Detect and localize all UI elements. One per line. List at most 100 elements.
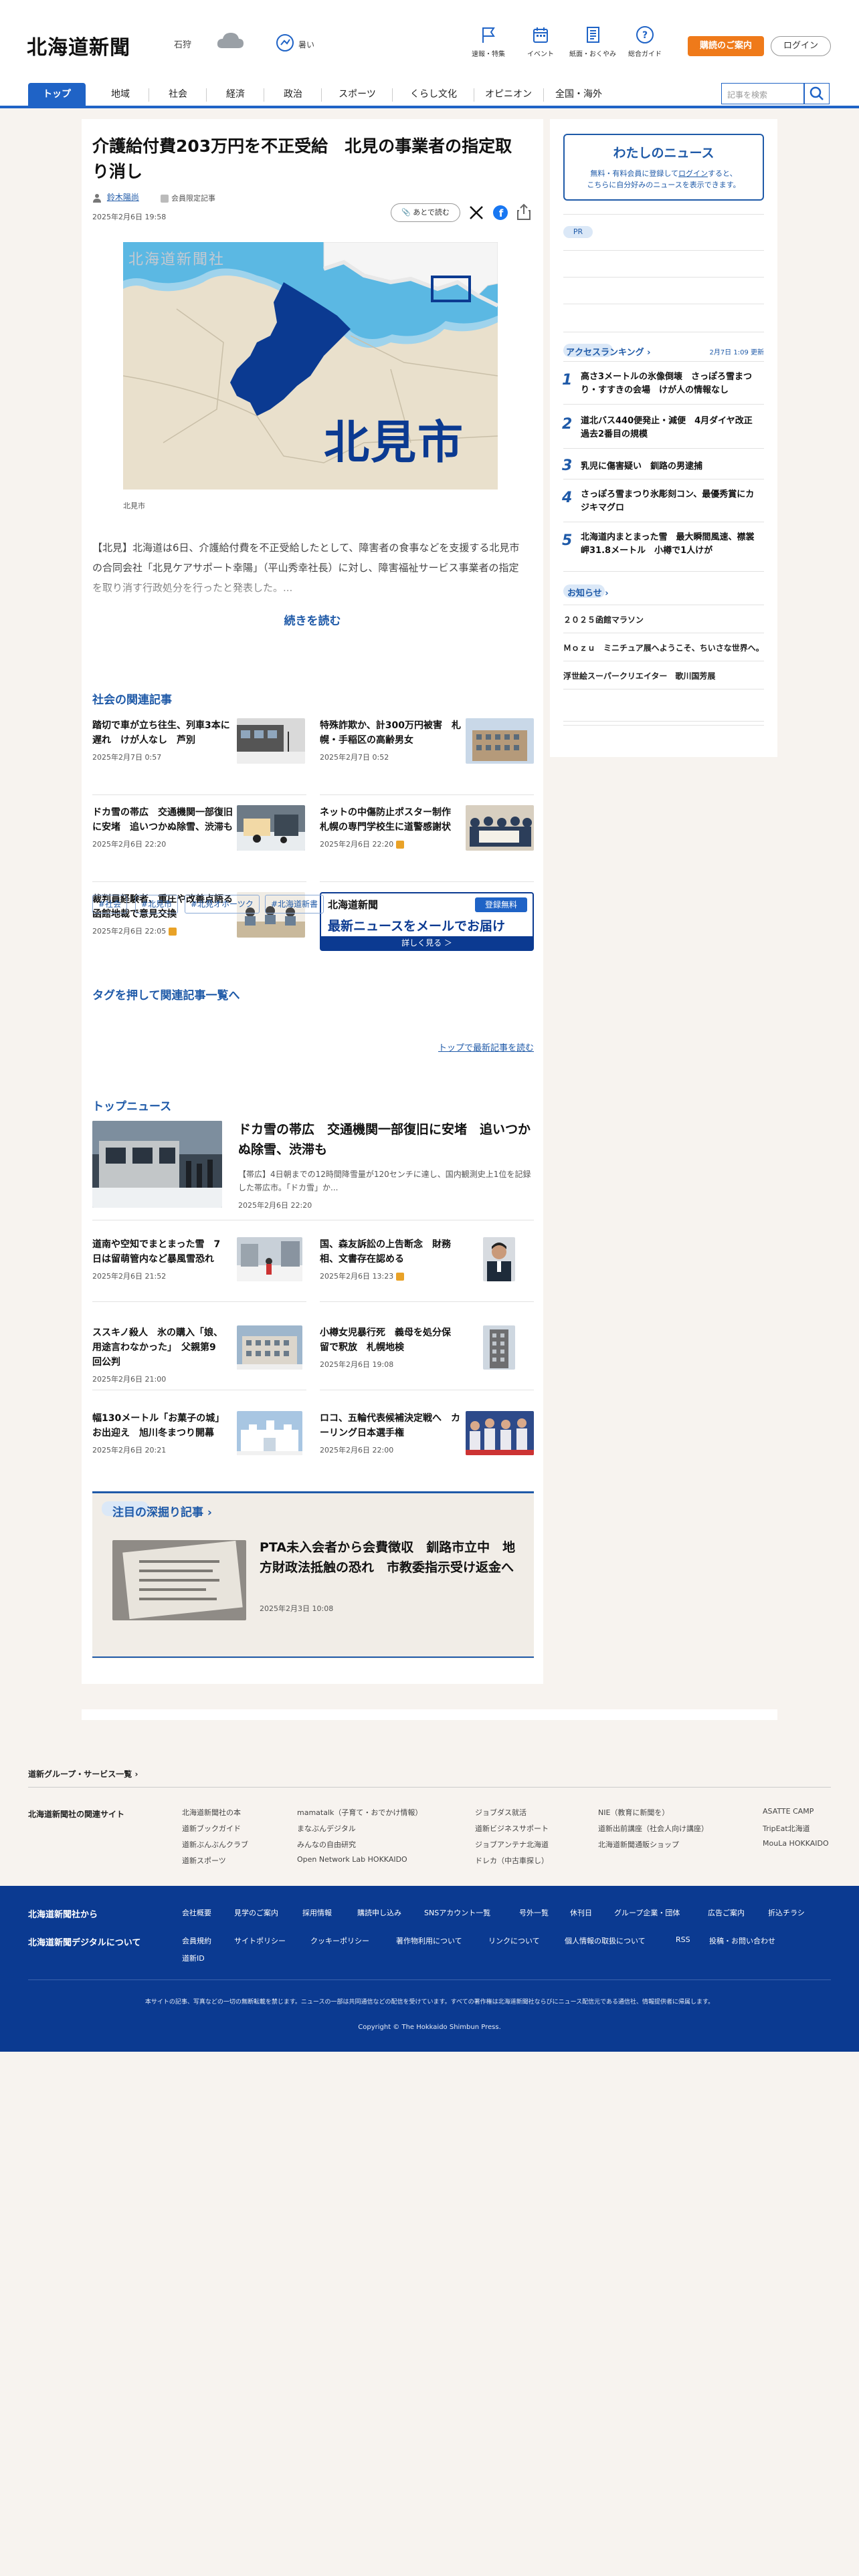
footer-digital-link[interactable]: サイトポリシー — [234, 1935, 286, 1946]
facebook-share-icon[interactable]: f — [492, 205, 508, 221]
footer-link[interactable]: 道新ブックガイド — [182, 1823, 241, 1834]
top-news-thumb-courthouse[interactable] — [237, 1325, 302, 1370]
footer-corp-link[interactable]: 休刊日 — [570, 1907, 592, 1918]
notice-item[interactable]: 浮世絵スーパークリエイター 歌川国芳展 — [563, 670, 715, 681]
tab-opinion[interactable]: オピニオン — [480, 83, 537, 106]
footer-link[interactable]: ジョブダス就活 — [475, 1807, 527, 1818]
footer-digital-link[interactable]: 著作物利用について — [396, 1935, 462, 1946]
footer-link[interactable]: 道新スポーツ — [182, 1855, 226, 1866]
search-input[interactable]: 記事を検索 — [721, 83, 804, 104]
related-article[interactable]: 踏切で車が立ち往生、列車3本に遅れ けが人なし 芦別 2025年2月7日 0:5… — [92, 718, 236, 762]
footer-link[interactable]: 道新ぶんぶんクラブ — [182, 1839, 248, 1850]
nav-icon-paper[interactable]: 紙面・おくやみ — [569, 25, 617, 58]
footer-link[interactable]: TripEat北海道 — [763, 1823, 810, 1834]
top-news-thumb-portrait[interactable] — [483, 1237, 515, 1281]
site-logo[interactable]: 北海道新聞 — [27, 31, 130, 60]
ranking-item[interactable]: 3 乳児に傷害疑い 釧路の男逮捕 — [550, 457, 777, 484]
notice-item[interactable]: Ｍｏｚｕ ミニチュア展へようこそ、ちいさな世界へ。 — [563, 642, 764, 653]
featured-title[interactable]: PTA未入会者から会費徴収 釧路市立中 地方財政法抵触の恐れ 市教委指示受け返金… — [260, 1537, 527, 1578]
related-thumb-poster[interactable] — [466, 805, 534, 851]
footer-link[interactable]: 道新出前講座（社会人向け講座） — [598, 1823, 708, 1834]
top-news-main-photo[interactable] — [92, 1121, 222, 1208]
top-news-item[interactable]: 小樽女児暴行死 義母を処分保留で釈放 札幌地検 2025年2月6日 19:08 — [320, 1325, 454, 1370]
tab-politics[interactable]: 政治 — [273, 83, 313, 106]
footer-digital-link[interactable]: 道新ID — [182, 1953, 205, 1963]
top-news-thumb-snowstreet[interactable] — [237, 1237, 302, 1281]
email-newsletter-banner[interactable]: 北海道新聞 登録無料 最新ニュースをメールでお届け 詳しく見る ＞ — [320, 892, 534, 951]
footer-link[interactable]: みんなの自由研究 — [297, 1839, 356, 1850]
footer-corp-link[interactable]: 広告ご案内 — [708, 1907, 745, 1918]
tab-economy[interactable]: 経済 — [215, 83, 256, 106]
top-news-item[interactable]: 国、森友訴訟の上告断念 財務相、文書存在認める 2025年2月6日 13:23 — [320, 1237, 454, 1281]
footer-link[interactable]: mamatalk（子育て・おでかけ情報） — [297, 1807, 422, 1818]
ranking-item[interactable]: 4 さっぽろ雪まつり氷彫刻コン、最優秀賞にカジキマグロ — [550, 488, 777, 528]
tag-chip[interactable]: #北見市 — [135, 895, 179, 914]
top-news-item[interactable]: ロコ、五輪代表候補決定戦へ カーリング日本選手権 2025年2月6日 22:00 — [320, 1411, 460, 1455]
footer-digital-link[interactable]: 投稿・お問い合わせ — [709, 1935, 775, 1946]
tag-chip[interactable]: #社会 — [92, 895, 128, 914]
tab-society[interactable]: 社会 — [158, 83, 198, 106]
related-article[interactable]: 特殊詐欺か、計300万円被害 札幌・手稲区の高齢男女 2025年2月7日 0:5… — [320, 718, 464, 762]
my-news-login-link[interactable]: ログイン — [678, 169, 708, 178]
nav-icon-events[interactable]: イベント — [516, 25, 565, 58]
footer-corp-link[interactable]: 会社概要 — [182, 1907, 211, 1918]
footer-corp-link[interactable]: 見学のご案内 — [234, 1907, 278, 1918]
article-photo[interactable]: 北海道新聞社 北見市 — [123, 242, 498, 490]
footer-link[interactable]: MouLa HOKKAIDO — [763, 1839, 829, 1848]
ranking-item[interactable]: 2 道北バス440便発止・減便 4月ダイヤ改正 過去2番目の規模 — [550, 415, 777, 455]
notice-item[interactable]: ２０２５函館マラソン — [563, 614, 644, 625]
top-news-item[interactable]: ススキノ殺人 氷の購入「娘、用途言わなかった」 父親第9回公判 2025年2月6… — [92, 1325, 223, 1384]
author-link[interactable]: 鈴木陽尚 — [107, 193, 139, 202]
footer-link[interactable]: 北海道新聞社の本 — [182, 1807, 241, 1818]
top-news-thumb-tower[interactable] — [483, 1325, 515, 1370]
nav-icon-guide[interactable]: ? 総合ガイド — [621, 25, 669, 58]
top-news-item[interactable]: 幅130メートル「お菓子の城」お出迎え 旭川冬まつり開幕 2025年2月6日 2… — [92, 1411, 223, 1455]
ranking-item[interactable]: 5 北海道内まとまった雪 最大瞬間風速、襟裳岬31.8メートル 小樽で1人けが — [550, 531, 777, 571]
read-more-link[interactable]: 続きを読む — [242, 611, 383, 628]
subscribe-guide-button[interactable]: 購読のご案内 — [688, 36, 764, 56]
save-for-later-button[interactable]: 📎 あとで読む — [391, 203, 460, 222]
related-thumb-snow[interactable] — [237, 805, 305, 851]
footer-corp-link[interactable]: SNSアカウント一覧 — [424, 1907, 490, 1918]
top-news-thumb-curling[interactable] — [466, 1411, 534, 1455]
tag-chip[interactable]: #北見オホーツク — [185, 895, 260, 914]
footer-link[interactable]: NIE（教育に新聞を） — [598, 1807, 669, 1818]
search-button[interactable] — [804, 83, 830, 104]
featured-photo[interactable] — [112, 1540, 246, 1620]
banner-details-button[interactable]: 詳しく見る ＞ — [321, 936, 533, 950]
footer-link[interactable]: ジョブアンテナ北海道 — [475, 1839, 549, 1850]
footer-corp-link[interactable]: グループ企業・団体 — [614, 1907, 680, 1918]
nav-icon-breaking[interactable]: 速報・特集 — [464, 25, 512, 58]
footer-digital-link[interactable]: RSS — [676, 1935, 690, 1944]
footer-link[interactable]: ドレカ（中古車探し） — [475, 1855, 549, 1866]
footer-link[interactable]: 道新ビジネスサポート — [475, 1823, 549, 1834]
group-services-link[interactable]: 道新グループ・サービス一覧 › — [28, 1768, 138, 1780]
footer-link[interactable]: ASATTE CAMP — [763, 1807, 814, 1816]
footer-corp-link[interactable]: 折込チラシ — [768, 1907, 805, 1918]
top-news-thumb-snowcastle[interactable] — [237, 1411, 302, 1455]
related-thumb-train[interactable] — [237, 718, 305, 764]
tab-culture[interactable]: くらし文化 — [401, 83, 466, 106]
tab-region[interactable]: 地域 — [100, 83, 140, 106]
footer-digital-link[interactable]: リンクについて — [488, 1935, 540, 1946]
footer-link[interactable]: まなぶんデジタル — [297, 1823, 356, 1834]
footer-link[interactable]: Open Network Lab HOKKAIDO — [297, 1855, 407, 1864]
top-news-item[interactable]: 道南や空知でまとまった雪 7日は留萌管内など暴風雪恐れ 2025年2月6日 21… — [92, 1237, 223, 1281]
tab-national[interactable]: 全国・海外 — [550, 83, 607, 106]
related-thumb-building[interactable] — [466, 718, 534, 764]
ranking-item[interactable]: 1 高さ3メートルの氷像倒壊 さっぽろ雪まつり・すすきの会場 けが人の情報なし — [550, 370, 777, 411]
x-share-icon[interactable] — [468, 205, 484, 221]
related-article[interactable]: ドカ雪の帯広 交通機関一部復旧に安堵 追いつかぬ除雪、渋滞も 2025年2月6日… — [92, 805, 236, 849]
footer-corp-link[interactable]: 採用情報 — [302, 1907, 332, 1918]
login-button[interactable]: ログイン — [771, 36, 831, 56]
share-icon[interactable] — [516, 203, 531, 221]
top-news-main-title[interactable]: ドカ雪の帯広 交通機関一部復旧に安堵 追いつかぬ除雪、渋滞も — [238, 1119, 533, 1160]
footer-digital-link[interactable]: クッキーポリシー — [310, 1935, 369, 1946]
footer-corp-link[interactable]: 購読申し込み — [357, 1907, 401, 1918]
footer-link[interactable]: 北海道新聞通販ショップ — [598, 1839, 679, 1850]
footer-digital-link[interactable]: 会員規約 — [182, 1935, 211, 1946]
footer-corp-link[interactable]: 号外一覧 — [519, 1907, 549, 1918]
footer-digital-link[interactable]: 個人情報の取扱について — [565, 1935, 646, 1946]
top-latest-link[interactable]: トップで最新記事を読む — [416, 1041, 534, 1053]
tab-sports[interactable]: スポーツ — [330, 83, 384, 106]
